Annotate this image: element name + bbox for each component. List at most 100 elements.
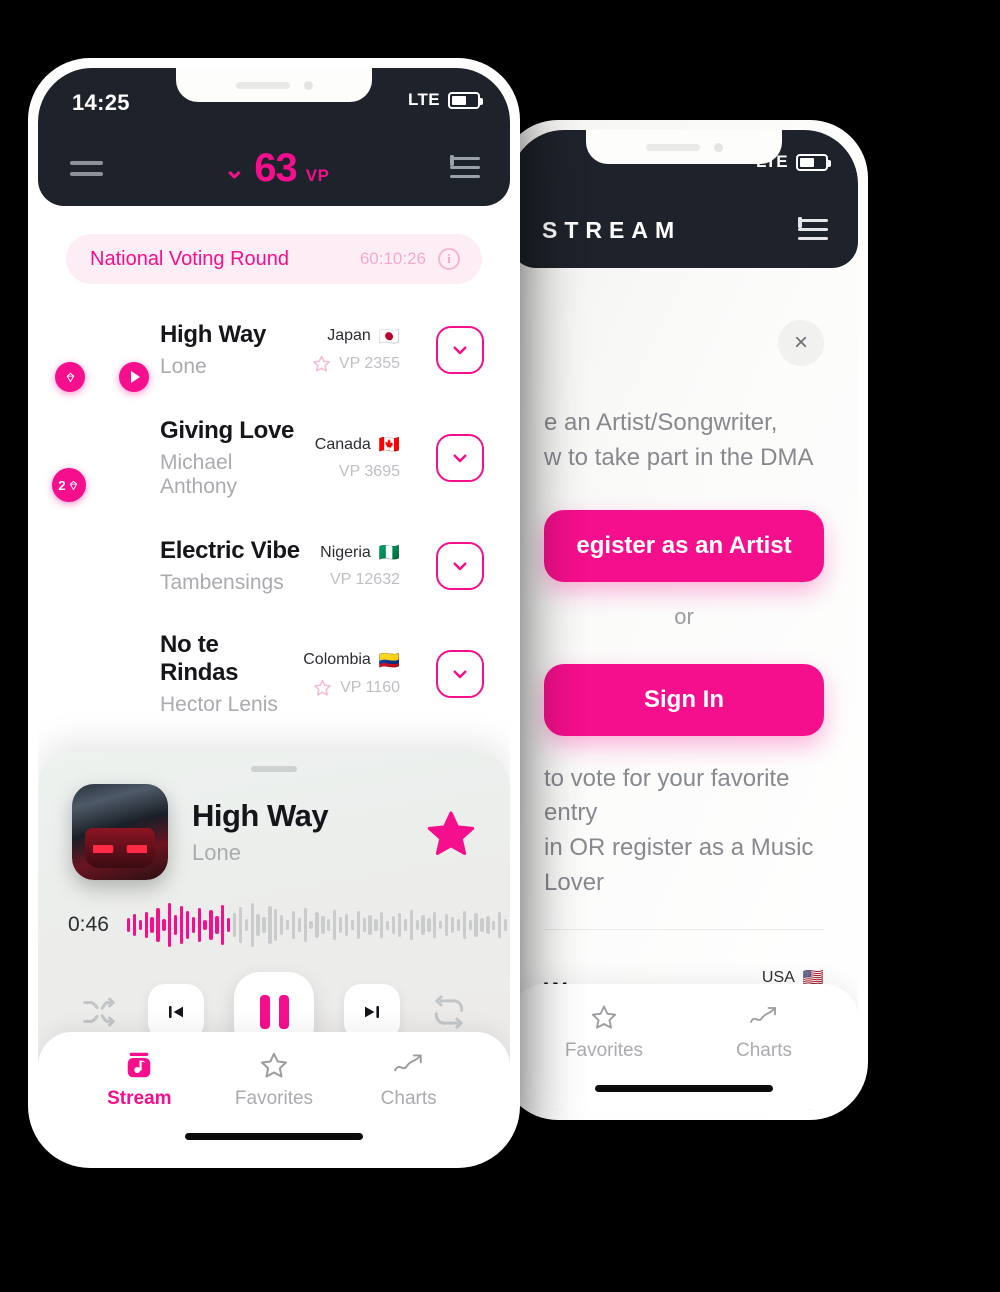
waveform-bar	[162, 919, 166, 931]
waveform-bar	[126, 918, 131, 932]
sign-in-button[interactable]: Sign In	[544, 663, 824, 736]
modal-headline-line1: e an Artist/Songwriter,	[544, 409, 778, 436]
track-artist: Lone	[160, 355, 207, 378]
waveform-bar	[250, 903, 254, 947]
track-artist: Tambensings	[160, 571, 284, 594]
star-outline-icon	[314, 679, 331, 696]
right-phone-screen: LTE STREAM × e an Artist/Songwriter, w t…	[510, 130, 858, 1110]
waveform-bar	[374, 919, 378, 931]
tab-label: Favorites	[564, 1040, 644, 1061]
gem-badge-count: 2	[58, 477, 66, 493]
track-title: Electric Vibe	[160, 537, 300, 564]
right-phone-device: LTE STREAM × e an Artist/Songwriter, w t…	[500, 120, 868, 1120]
expand-track-button[interactable]	[436, 650, 484, 698]
waveform-bar	[309, 921, 313, 929]
sheet-grabber[interactable]	[251, 766, 297, 772]
waveform-bar	[362, 918, 366, 932]
modal-headline: e an Artist/Songwriter, w to take part i…	[544, 268, 824, 476]
waveform-bar	[433, 912, 437, 938]
waveform-scrubber[interactable]	[126, 900, 510, 950]
expand-track-button[interactable]	[436, 542, 484, 590]
track-country: Canada	[314, 435, 371, 453]
waveform-bar	[450, 917, 455, 933]
waveform-bar	[197, 908, 201, 942]
waveform-bar	[338, 917, 343, 933]
track-artist: Michael Anthony	[160, 451, 238, 498]
shuffle-icon[interactable]	[80, 993, 118, 1031]
waveform-bar	[156, 908, 160, 942]
track-vp-row: VP 3695	[315, 463, 400, 481]
waveform-bar	[391, 916, 396, 934]
tab-charts[interactable]: Charts	[704, 1002, 824, 1062]
track-title: High Way	[160, 321, 267, 348]
track-main: Electric Vibe Tambensings	[160, 537, 300, 595]
repeat-icon[interactable]	[430, 993, 468, 1031]
modal-subtext-line1: to vote for your favorite entry	[544, 764, 790, 827]
track-country-row: Canada 🇨🇦	[315, 436, 400, 454]
list-item[interactable]: Electric Vibe Tambensings Nigeria 🇳🇬 VP …	[64, 512, 484, 620]
track-artist: Hector Lenis	[160, 693, 278, 716]
track-country: Japan	[327, 327, 371, 344]
hamburger-icon[interactable]	[70, 160, 103, 176]
waveform-bar	[427, 918, 431, 932]
player-track-title: High Way	[192, 798, 329, 833]
star-outline-icon	[313, 355, 330, 372]
expand-track-button[interactable]	[436, 326, 484, 374]
register-as-artist-button[interactable]: egister as an Artist	[544, 509, 824, 582]
waveform-bar	[138, 920, 142, 930]
player-album-art	[72, 784, 168, 880]
info-icon[interactable]: i	[438, 248, 460, 270]
waveform-bar	[209, 910, 213, 940]
front-camera	[303, 80, 313, 90]
vp-balance-chip[interactable]: ⌄ 63 VP	[224, 146, 330, 191]
waveform-bar	[285, 920, 290, 930]
equalizer-icon[interactable]	[449, 155, 480, 181]
waveform-bar	[280, 915, 284, 935]
expand-track-button[interactable]	[436, 434, 484, 482]
track-vp-row: VP 2355	[312, 354, 400, 373]
left-phone-screen: 14:25 LTE ⌄ 63 VP National Voting Round …	[38, 68, 510, 1158]
track-title: Giving Love	[160, 417, 295, 444]
list-item[interactable]: No te Rindas Hector Lenis Colombia 🇨🇴 VP…	[64, 620, 484, 728]
tab-stream[interactable]: Stream	[79, 1050, 199, 1110]
player-header: High Way Lone	[38, 784, 510, 880]
seek-row: 0:46 3:02	[38, 880, 510, 950]
network-label: LTE	[407, 90, 440, 109]
waveform-bar	[232, 913, 237, 937]
player-info: High Way Lone	[192, 798, 402, 866]
waveform-bar	[174, 915, 178, 935]
track-vp-row: VP 12632	[320, 571, 400, 589]
tab-label: Stream	[107, 1088, 172, 1109]
tab-label: Charts	[736, 1040, 792, 1061]
flag-icon: 🇯🇵	[378, 326, 400, 346]
close-icon[interactable]: ×	[778, 320, 824, 366]
right-tabs: Favorites Charts	[510, 984, 858, 1062]
modal-subtext-line2: in OR register as a Music Lover	[544, 834, 814, 896]
waveform-bar	[215, 916, 219, 934]
vp-balance-value: 63	[254, 145, 297, 190]
waveform-bar	[315, 912, 319, 938]
waveform-bar	[368, 915, 372, 935]
track-meta: Nigeria 🇳🇬 VP 12632	[320, 544, 400, 589]
track-vp: VP 3695	[338, 462, 400, 480]
equalizer-icon[interactable]	[798, 217, 828, 243]
list-item[interactable]: 2 Giving Love Michael Anthony Canada 🇨🇦	[52, 404, 484, 512]
right-app-bar: STREAM	[510, 192, 858, 268]
star-filled-icon[interactable]	[426, 808, 476, 856]
voting-round-banner[interactable]: National Voting Round 60:10:26 i	[66, 234, 482, 284]
waveform-bar	[409, 910, 413, 940]
waveform-bar	[150, 917, 154, 933]
waveform-bar	[468, 920, 472, 930]
tab-label: Favorites	[234, 1088, 314, 1109]
voting-round-right: 60:10:26 i	[360, 248, 460, 270]
play-badge-icon[interactable]	[119, 362, 149, 392]
left-status-indicators: LTE	[407, 90, 483, 110]
list-item[interactable]: High Way Lone Japan 🇯🇵 VP 2355	[55, 296, 484, 404]
track-main: High Way Lone	[160, 321, 292, 379]
tab-favorites[interactable]: Favorites	[214, 1050, 334, 1110]
tab-charts[interactable]: Charts	[349, 1050, 469, 1110]
tab-favorites[interactable]: Favorites	[544, 1002, 664, 1062]
album-art-wrapper	[64, 636, 140, 712]
left-tabs: Stream Favorites Charts	[38, 1032, 510, 1110]
battery-icon	[448, 91, 483, 109]
